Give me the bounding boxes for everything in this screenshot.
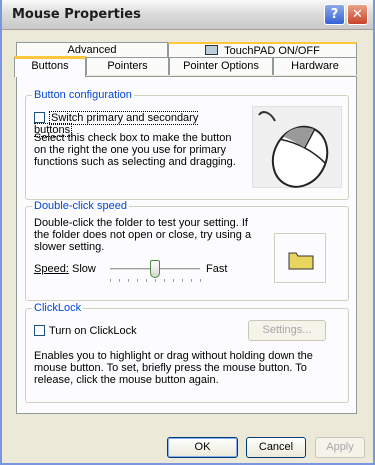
double-click-description: Double-click the folder to test your set… <box>34 217 252 253</box>
tab-touchpad[interactable]: TouchPAD ON/OFF <box>168 42 357 57</box>
double-click-speed-group: Double-click speed Double-click the fold… <box>25 200 349 301</box>
touchpad-icon <box>205 45 219 55</box>
speed-slider-tick <box>200 279 201 282</box>
tab-hardware-label: Hardware <box>291 60 339 72</box>
tab-panel-buttons: Button configuration Switch primary and … <box>16 76 357 414</box>
tab-hardware[interactable]: Hardware <box>273 57 357 75</box>
button-configuration-group: Button configuration Switch primary and … <box>25 89 349 200</box>
apply-button[interactable]: Apply <box>315 437 365 458</box>
clicklock-description: Enables you to highlight or drag without… <box>34 350 313 386</box>
speed-slider-tick <box>137 279 138 282</box>
tab-pointer-options[interactable]: Pointer Options <box>169 57 273 75</box>
tab-advanced[interactable]: Advanced <box>16 42 168 57</box>
tab-buttons[interactable]: Buttons <box>14 56 86 77</box>
speed-slider-tick <box>182 279 183 282</box>
test-folder-area[interactable] <box>274 233 326 283</box>
tab-buttons-label: Buttons <box>31 60 69 72</box>
tab-touchpad-label: TouchPAD ON/OFF <box>224 45 320 57</box>
window-title: Mouse Properties <box>12 7 141 22</box>
double-click-speed-legend: Double-click speed <box>32 200 129 212</box>
cancel-button[interactable]: Cancel <box>246 437 306 458</box>
speed-label: Speed: <box>34 263 69 275</box>
speed-slider-tick <box>110 279 111 282</box>
tab-pointers-label: Pointers <box>107 60 148 72</box>
speed-slider-tick <box>155 279 156 282</box>
speed-slider-thumb[interactable] <box>150 260 160 278</box>
mouse-properties-window: Mouse Properties ? ✕ Advanced TouchPAD O… <box>0 0 375 465</box>
switch-buttons-checkbox-box[interactable] <box>34 112 45 123</box>
folder-icon[interactable] <box>275 234 327 284</box>
clicklock-checkbox-box[interactable] <box>34 325 45 336</box>
speed-slider-tick <box>128 279 129 282</box>
close-button[interactable]: ✕ <box>347 4 368 25</box>
speed-slider-tick <box>119 279 120 282</box>
clicklock-group: ClickLock Turn on ClickLock Settings... … <box>25 302 349 403</box>
button-configuration-legend: Button configuration <box>32 89 134 101</box>
button-configuration-description: Select this check box to make the button… <box>34 132 236 168</box>
clicklock-settings-button[interactable]: Settings... <box>248 320 326 341</box>
help-button[interactable]: ? <box>324 4 345 25</box>
speed-slider-tick <box>146 279 147 282</box>
clicklock-checkbox[interactable]: Turn on ClickLock <box>34 325 137 337</box>
mouse-icon <box>258 111 329 188</box>
tab-pointers[interactable]: Pointers <box>86 57 169 75</box>
speed-slider-tick <box>191 279 192 282</box>
ok-button[interactable]: OK <box>167 437 238 458</box>
fast-label: Fast <box>206 263 228 275</box>
mouse-illustration <box>252 106 342 188</box>
title-bar[interactable]: Mouse Properties ? ✕ <box>2 0 373 30</box>
tab-pointer-options-label: Pointer Options <box>183 60 259 72</box>
speed-slider-tick <box>173 279 174 282</box>
slow-label: Slow <box>72 263 96 275</box>
clicklock-label: Turn on ClickLock <box>49 325 137 337</box>
tab-advanced-label: Advanced <box>67 44 117 56</box>
speed-slider-tick <box>164 279 165 282</box>
clicklock-legend: ClickLock <box>32 302 84 314</box>
